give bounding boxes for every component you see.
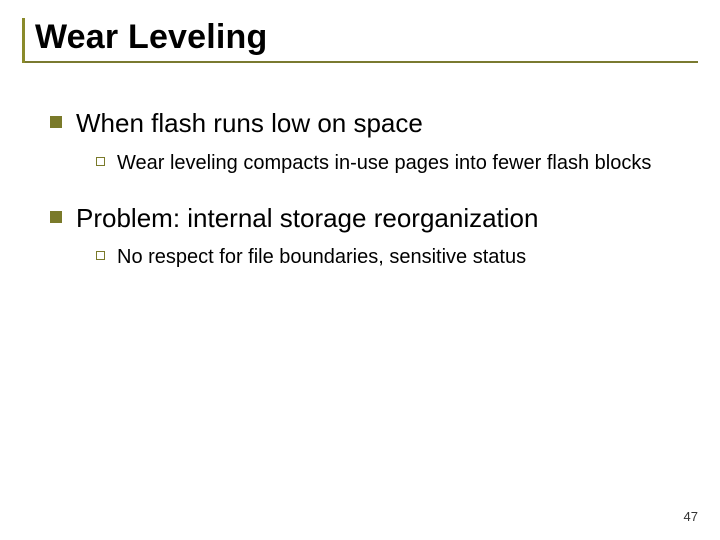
square-outline-bullet-icon xyxy=(96,157,105,166)
content-area: When flash runs low on space Wear leveli… xyxy=(22,63,698,270)
list-item: Wear leveling compacts in-use pages into… xyxy=(96,150,684,176)
list-item: When flash runs low on space xyxy=(50,107,684,140)
page-number: 47 xyxy=(684,509,698,524)
bullet-text: Problem: internal storage reorganization xyxy=(76,202,538,235)
list-item: No respect for file boundaries, sensitiv… xyxy=(96,244,684,270)
square-bullet-icon xyxy=(50,211,62,223)
sub-bullet-text: Wear leveling compacts in-use pages into… xyxy=(117,150,651,176)
slide: Wear Leveling When flash runs low on spa… xyxy=(0,0,720,540)
bullet-text: When flash runs low on space xyxy=(76,107,423,140)
slide-title: Wear Leveling xyxy=(35,18,698,57)
square-outline-bullet-icon xyxy=(96,251,105,260)
sub-bullet-text: No respect for file boundaries, sensitiv… xyxy=(117,244,526,270)
square-bullet-icon xyxy=(50,116,62,128)
list-item: Problem: internal storage reorganization xyxy=(50,202,684,235)
title-block: Wear Leveling xyxy=(22,18,698,63)
